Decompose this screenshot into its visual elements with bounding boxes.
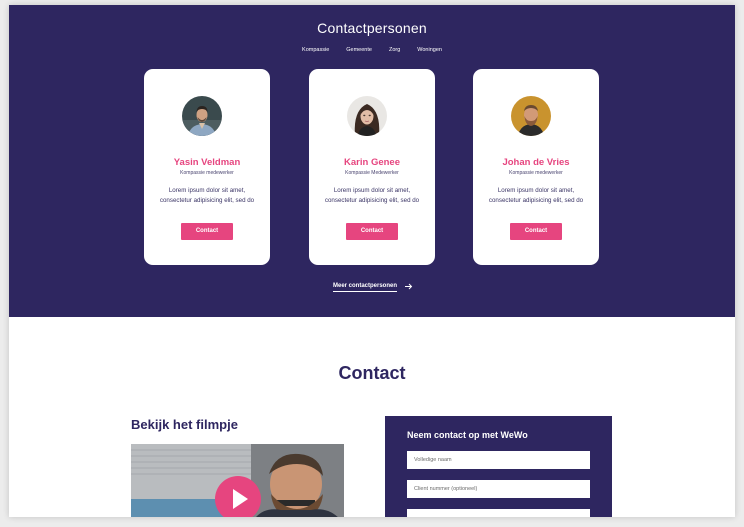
video-thumbnail[interactable] [131,444,344,517]
nav-item-woningen[interactable]: Woningen [417,47,442,53]
contact-form-panel: Neem contact op met WeWo [385,416,612,517]
contact-title: Contact [338,363,406,383]
nav-item-gemeente[interactable]: Gemeente [346,47,372,53]
card-text: Lorem ipsum dolor sit amet, consectetur … [159,187,255,204]
full-name-field[interactable] [407,451,590,469]
contact-persons-section: Contactpersonen Kompassie Gemeente Zorg … [9,5,735,317]
card-name: Karin Genee [344,157,400,168]
card-role: Kompassie Medewerker [345,170,399,176]
section-title: Contactpersonen [317,20,427,36]
more-contacts-link[interactable]: Meer contactpersonen [333,283,398,292]
card-text: Lorem ipsum dolor sit amet, consectetur … [488,187,584,204]
form-field[interactable] [407,509,590,517]
contact-button[interactable]: Contact [346,223,398,240]
play-icon[interactable] [214,475,262,517]
contact-card: Yasin Veldman Kompassie medewerker Lorem… [144,69,270,265]
nav-item-kompassie[interactable]: Kompassie [302,47,329,53]
nav-item-zorg[interactable]: Zorg [389,47,400,53]
arrow-right-icon[interactable] [404,282,413,291]
client-number-field[interactable] [407,480,590,498]
form-title: Neem contact op met WeWo [407,430,528,440]
contact-button[interactable]: Contact [181,223,233,240]
contact-card: Johan de Vries Kompassie medewerker Lore… [473,69,599,265]
card-role: Kompassie medewerker [509,170,563,176]
card-role: Kompassie medewerker [180,170,234,176]
card-name: Yasin Veldman [173,157,241,168]
contact-card: Karin Genee Kompassie Medewerker Lorem i… [309,69,435,265]
category-nav: Kompassie Gemeente Zorg Woningen [9,47,735,53]
card-text: Lorem ipsum dolor sit amet, consectetur … [324,187,420,204]
video-heading: Bekijk het filmpje [131,417,238,432]
contact-button[interactable]: Contact [510,223,562,240]
avatar [182,96,222,136]
card-name: Johan de Vries [502,157,570,168]
page-frame: Contactpersonen Kompassie Gemeente Zorg … [9,5,735,517]
avatar [347,96,387,136]
avatar [511,96,551,136]
